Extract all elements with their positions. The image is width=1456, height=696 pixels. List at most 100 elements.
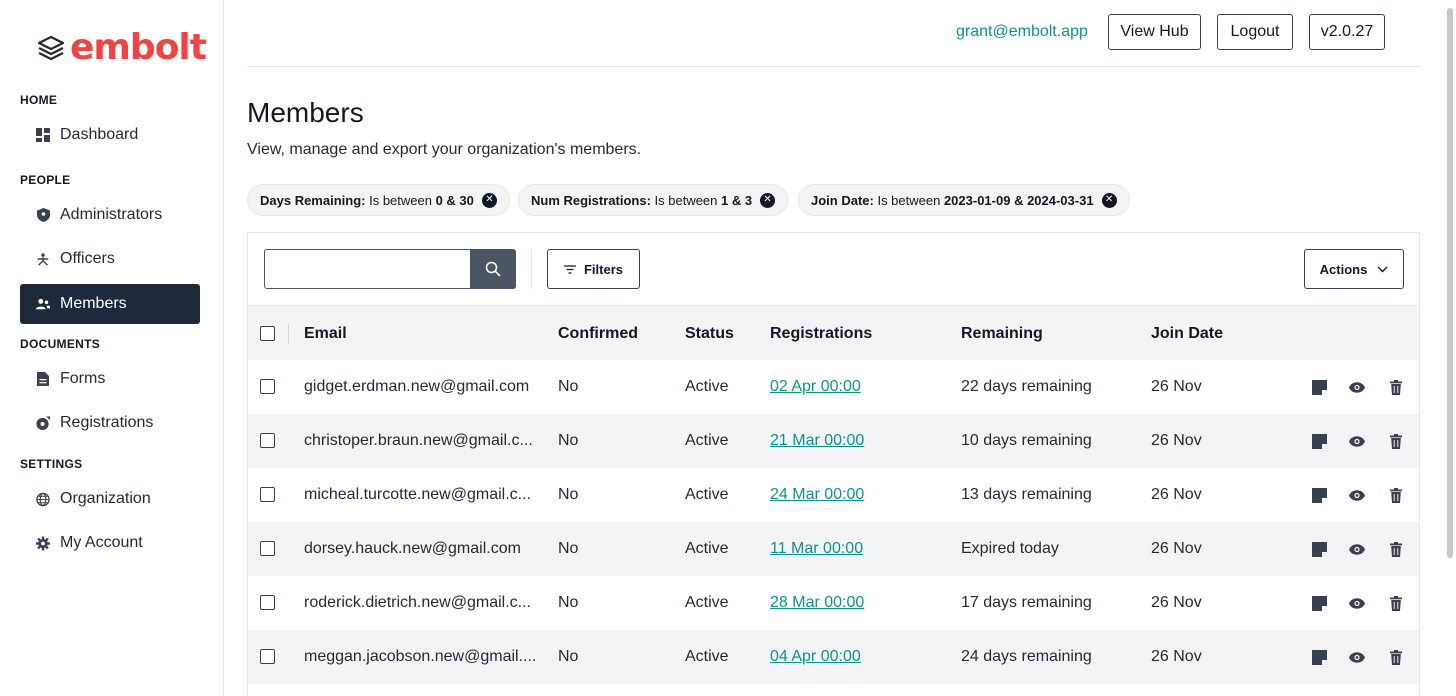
view-icon[interactable] <box>1348 648 1366 666</box>
column-header-email[interactable]: Email <box>304 306 347 361</box>
search-icon <box>485 261 501 277</box>
column-header-remaining[interactable]: Remaining <box>961 306 1043 361</box>
filter-operator: Is between <box>650 192 722 208</box>
column-header-join-date[interactable]: Join Date <box>1151 306 1223 361</box>
search-button[interactable] <box>470 249 516 289</box>
page-scrollbar[interactable] <box>1447 8 1453 558</box>
join-date-cell: 26 Nov <box>1151 594 1202 611</box>
column-header-registrations[interactable]: Registrations <box>770 306 872 361</box>
filter-value: 1 & 3 <box>721 192 753 208</box>
row-checkbox[interactable] <box>260 379 275 394</box>
registration-link[interactable]: 21 Mar 00:00 <box>770 414 864 468</box>
sidebar-item-organization[interactable]: Organization <box>20 479 200 519</box>
registration-link[interactable]: 24 Mar 00:00 <box>770 468 864 522</box>
remove-filter-icon[interactable]: ✕ <box>481 192 497 208</box>
members-icon <box>36 297 50 311</box>
view-icon[interactable] <box>1348 540 1366 558</box>
confirmed-cell: No <box>558 432 579 449</box>
filter-chip-days-remaining: Days Remaining: Is between 0 & 30 ✕ <box>247 184 510 216</box>
delete-icon[interactable] <box>1387 486 1405 504</box>
filter-operator: Is between <box>873 192 944 208</box>
view-icon[interactable] <box>1348 378 1366 396</box>
note-icon[interactable] <box>1310 648 1328 666</box>
delete-icon[interactable] <box>1387 648 1405 666</box>
row-checkbox[interactable] <box>260 595 275 610</box>
join-date-cell: 26 Nov <box>1151 432 1202 449</box>
registration-link[interactable]: 11 Mar 00:00 <box>770 522 863 576</box>
brand-logo[interactable]: embolt <box>36 27 207 68</box>
version-badge[interactable]: v2.0.27 <box>1309 14 1385 50</box>
sidebar-item-forms[interactable]: Forms <box>20 359 200 399</box>
filter-label: Days Remaining: <box>260 192 366 208</box>
remaining-cell: 24 days remaining <box>961 648 1092 665</box>
filter-icon <box>563 264 576 274</box>
filters-label: Filters <box>583 261 623 277</box>
table-row: dorsey.hauck.new@gmail.com No Active 11 … <box>248 522 1419 576</box>
note-icon[interactable] <box>1310 486 1328 504</box>
section-people: PEOPLE <box>20 173 71 187</box>
registration-link[interactable]: 28 Mar 00:00 <box>770 576 864 630</box>
sidebar-item-label: Officers <box>60 250 115 267</box>
view-hub-button[interactable]: View Hub <box>1108 14 1201 50</box>
email-cell: gidget.erdman.new@gmail.com <box>304 378 530 395</box>
filter-operator: Is between <box>365 192 436 208</box>
sidebar-item-dashboard[interactable]: Dashboard <box>20 115 200 155</box>
registration-link[interactable]: 02 Apr 00:00 <box>770 360 861 414</box>
status-cell: Active <box>685 432 729 449</box>
remaining-cell: Expired today <box>961 540 1059 557</box>
note-icon[interactable] <box>1310 432 1328 450</box>
brand-name: embolt <box>70 27 207 68</box>
chevron-down-icon <box>1377 266 1388 272</box>
delete-icon[interactable] <box>1387 432 1405 450</box>
note-icon[interactable] <box>1310 378 1328 396</box>
row-checkbox[interactable] <box>260 433 275 448</box>
table-row: gidget.erdman.new@gmail.com No Active 02… <box>248 360 1419 414</box>
email-cell: micheal.turcotte.new@gmail.c... <box>304 486 531 503</box>
toolbar-divider <box>531 249 532 289</box>
sidebar-item-my-account[interactable]: My Account <box>20 523 200 563</box>
status-cell: Active <box>685 486 729 503</box>
note-icon[interactable] <box>1310 594 1328 612</box>
remove-filter-icon[interactable]: ✕ <box>1101 192 1117 208</box>
delete-icon[interactable] <box>1387 594 1405 612</box>
view-icon[interactable] <box>1348 432 1366 450</box>
confirmed-cell: No <box>558 648 579 665</box>
view-icon[interactable] <box>1348 486 1366 504</box>
filter-chip-num-registrations: Num Registrations: Is between 1 & 3 ✕ <box>518 184 789 216</box>
sidebar-item-officers[interactable]: Officers <box>20 239 200 279</box>
filters-button[interactable]: Filters <box>547 249 640 289</box>
column-header-status[interactable]: Status <box>685 306 734 361</box>
filter-chip-join-date: Join Date: Is between 2023-01-09 & 2024-… <box>798 184 1130 216</box>
view-icon[interactable] <box>1348 594 1366 612</box>
delete-icon[interactable] <box>1387 378 1405 396</box>
column-header-confirmed[interactable]: Confirmed <box>558 306 638 361</box>
join-date-cell: 26 Nov <box>1151 378 1202 395</box>
page-title: Members <box>247 97 364 128</box>
sidebar-item-administrators[interactable]: Administrators <box>20 195 200 235</box>
logout-button[interactable]: Logout <box>1217 14 1293 50</box>
note-icon[interactable] <box>1310 540 1328 558</box>
row-checkbox[interactable] <box>260 541 275 556</box>
join-date-cell: 26 Nov <box>1151 648 1202 665</box>
section-documents: DOCUMENTS <box>20 337 101 351</box>
sidebar-item-registrations[interactable]: Registrations <box>20 403 200 443</box>
user-email-link[interactable]: grant@embolt.app <box>956 22 1088 42</box>
select-all-checkbox[interactable] <box>260 326 275 341</box>
search-input[interactable] <box>264 249 470 289</box>
layers-icon <box>37 35 65 61</box>
sidebar-item-label: Dashboard <box>60 126 139 143</box>
actions-dropdown[interactable]: Actions <box>1304 249 1404 289</box>
actions-label: Actions <box>1319 261 1368 277</box>
header-divider <box>247 66 1420 67</box>
header-divider <box>288 324 289 344</box>
remove-filter-icon[interactable]: ✕ <box>760 192 776 208</box>
row-checkbox[interactable] <box>260 487 275 502</box>
delete-icon[interactable] <box>1387 540 1405 558</box>
email-cell: christoper.braun.new@gmail.c... <box>304 432 533 449</box>
registration-link[interactable]: 04 Apr 00:00 <box>770 630 861 684</box>
row-checkbox[interactable] <box>260 649 275 664</box>
sidebar-item-label: Administrators <box>60 206 163 223</box>
table-row: meggan.jacobson.new@gmail.... No Active … <box>248 630 1419 684</box>
filter-label: Num Registrations: <box>531 192 651 208</box>
sidebar-item-members[interactable]: Members <box>20 284 200 324</box>
